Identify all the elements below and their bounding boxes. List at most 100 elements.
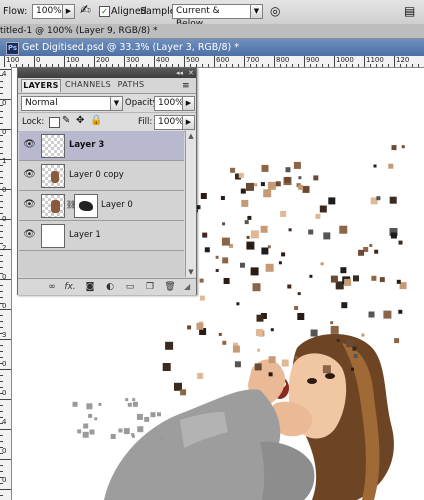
ruler-label: 100 [66, 56, 80, 64]
particle [197, 372, 204, 379]
particle [394, 338, 400, 344]
particle [281, 252, 286, 257]
ruler-label: 0 [36, 56, 41, 64]
flow-arrow-button[interactable]: ▶ [62, 4, 75, 19]
sample-layers-icon[interactable]: ◎ [270, 3, 286, 19]
lock-all-icon[interactable]: 🔒 [90, 115, 102, 126]
chevron-down-icon[interactable]: ▼ [110, 96, 123, 111]
layer-row[interactable]: 👁 Layer 0 copy [19, 161, 184, 191]
particle [398, 309, 403, 314]
layer-mask-thumbnail[interactable] [74, 194, 98, 218]
eye-icon[interactable]: 👁 [23, 169, 36, 181]
particle [268, 356, 276, 364]
particle [202, 232, 208, 238]
particle [369, 244, 373, 247]
particle [232, 345, 240, 353]
particle [270, 328, 274, 332]
ruler-label: 0 [2, 128, 7, 136]
particle [246, 241, 255, 250]
particle [330, 321, 334, 325]
lock-transparency-icon[interactable] [49, 117, 60, 128]
particle [340, 267, 347, 274]
chevron-down-icon[interactable]: ▼ [250, 4, 263, 19]
fill-label: Fill: [138, 117, 153, 127]
ruler-label: 0 [2, 273, 7, 281]
particle [391, 145, 397, 151]
adjustment-layer-icon[interactable]: ◐ [104, 281, 116, 293]
ruler-label: 500 [186, 56, 200, 64]
trash-icon[interactable]: 🗑 [164, 281, 176, 293]
collapse-icon[interactable]: ◂◂ [176, 68, 183, 78]
particle [373, 164, 377, 168]
blend-mode-select[interactable]: Normal [21, 96, 115, 111]
layer-name: Layer 3 [69, 140, 105, 150]
tab-layers[interactable]: LAYERS [21, 79, 61, 92]
layers-bottom-bar: ∞ fx. ◙ ◐ ▭ ❐ 🗑 ◢ [18, 278, 196, 295]
layers-scrollbar[interactable]: ▲ ▼ [185, 131, 196, 277]
layers-panel: ◂◂ ✕ LAYERS CHANNELS PATHS ≡ Normal ▼ Op… [17, 67, 197, 295]
particle [241, 199, 249, 207]
particle [86, 403, 93, 410]
layer-row[interactable]: 👁 Layer 1 [19, 221, 184, 251]
particle [268, 372, 273, 377]
particle [136, 413, 143, 420]
fill-arrow-button[interactable]: ▶ [182, 115, 195, 130]
lock-brush-icon[interactable]: ✎ [62, 115, 70, 126]
document-title-bar[interactable]: Ps Get Digitised.psd @ 33.3% (Layer 3, R… [0, 39, 424, 56]
aligned-checkbox[interactable]: ✓ [99, 6, 110, 17]
particle [374, 249, 379, 254]
vertical-ruler[interactable]: 4 0 0 1 0 0 2 0 0 3 0 0 4 0 0 [0, 67, 12, 500]
tab-paths[interactable]: PATHS [115, 79, 147, 91]
particle [236, 302, 240, 306]
particle [376, 196, 381, 201]
particle [320, 262, 324, 266]
new-group-icon[interactable]: ▭ [124, 281, 136, 293]
new-layer-icon[interactable]: ❐ [144, 281, 156, 293]
particle [287, 284, 292, 289]
tab-untitled[interactable]: titled-1 @ 100% (Layer 9, RGB/8) * × [0, 24, 160, 38]
particle [196, 322, 204, 330]
particle [132, 401, 138, 407]
options-bar: Flow: 100% ▶ ✍ ✓ Aligned Sample: Current… [0, 0, 424, 29]
eye-icon[interactable]: 👁 [23, 229, 36, 241]
particle [308, 229, 314, 235]
airbrush-icon[interactable]: ✍ [80, 3, 96, 19]
layer-name: Layer 0 copy [69, 170, 124, 180]
eye-icon[interactable]: 👁 [23, 139, 36, 151]
ruler-label: 400 [156, 56, 170, 64]
particle [302, 185, 310, 193]
sample-select[interactable]: Current & Below [172, 4, 252, 29]
close-icon[interactable]: ✕ [188, 68, 194, 78]
layer-row[interactable]: 👁 ⛓ Layer 0 [19, 191, 184, 221]
add-mask-icon[interactable]: ◙ [84, 281, 96, 293]
blend-row: Normal ▼ Opacity: 100% ▶ [18, 93, 196, 112]
particle [379, 277, 385, 283]
eye-icon[interactable]: 👁 [23, 199, 36, 211]
resize-grip-icon[interactable]: ◢ [184, 282, 190, 291]
pressure-icon[interactable]: ▤ [404, 3, 420, 19]
particle [358, 249, 365, 256]
particle [246, 235, 250, 239]
particle [215, 269, 219, 272]
layer-row[interactable]: 👁 Layer 3 [19, 131, 184, 161]
lock-move-icon[interactable]: ✥ [76, 115, 84, 126]
ruler-label: 800 [276, 56, 290, 64]
particle [255, 329, 263, 336]
particle [250, 230, 259, 239]
particle [353, 354, 358, 358]
particle [263, 189, 272, 198]
ruler-label: 0 [2, 476, 7, 484]
particle [353, 275, 359, 282]
scroll-up-icon[interactable]: ▲ [186, 131, 196, 141]
link-layers-icon[interactable]: ∞ [46, 281, 58, 293]
tab-channels[interactable]: CHANNELS [63, 79, 113, 91]
panel-menu-icon[interactable]: ≡ [182, 80, 190, 92]
particle [180, 389, 187, 396]
scroll-down-icon[interactable]: ▼ [186, 267, 196, 277]
particle [162, 363, 171, 371]
fx-icon[interactable]: fx. [64, 281, 76, 293]
particle [110, 434, 116, 439]
opacity-arrow-button[interactable]: ▶ [182, 96, 195, 111]
panel-header[interactable]: ◂◂ ✕ [18, 68, 196, 78]
particle [137, 426, 144, 433]
